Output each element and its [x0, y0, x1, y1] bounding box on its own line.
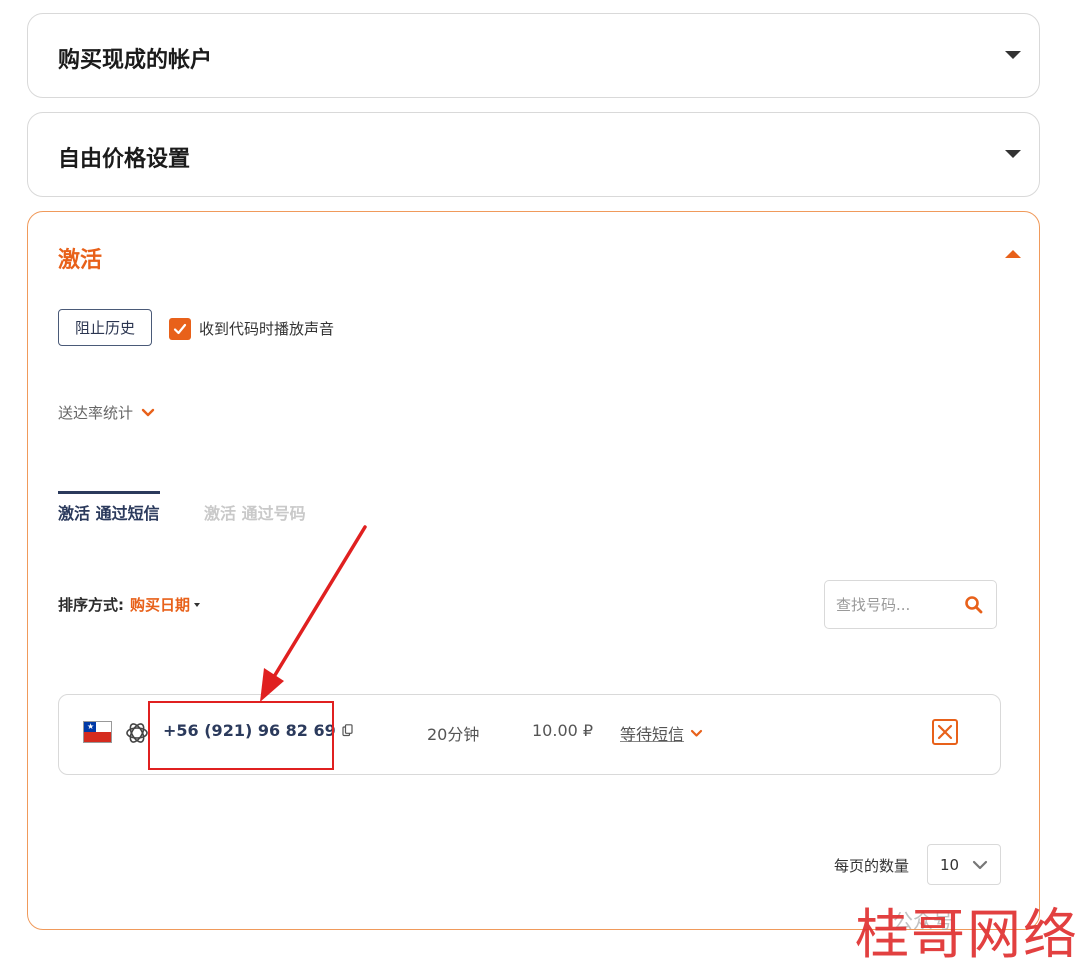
- sound-checkbox-label[interactable]: 收到代码时播放声音: [199, 318, 334, 339]
- highlight-box: [148, 701, 334, 770]
- panel-buy-accounts[interactable]: 购买现成的帐户: [27, 13, 1040, 98]
- chevron-down-icon: [690, 729, 703, 737]
- history-button[interactable]: 阻止历史: [58, 309, 152, 346]
- arrow-annotation-icon: [260, 525, 367, 702]
- sort-control[interactable]: 排序方式: 购买日期: [58, 594, 201, 615]
- tab-activation-number[interactable]: 激活 通过号码: [204, 494, 306, 524]
- panel-title: 自由价格设置: [58, 147, 191, 172]
- duration: 20分钟: [427, 725, 480, 744]
- search-icon[interactable]: [964, 595, 984, 615]
- search-box: [824, 580, 997, 629]
- openai-icon: [126, 723, 148, 743]
- chevron-down-icon: [972, 860, 988, 869]
- sort-value[interactable]: 购买日期: [130, 594, 190, 615]
- check-icon: [173, 323, 187, 335]
- panel-activation: 激活 阻止历史 收到代码时播放声音 送达率统计 激活 通过短信 激活 通过号码 …: [27, 211, 1040, 930]
- copy-icon[interactable]: [342, 724, 353, 737]
- caret-up-icon[interactable]: [1005, 250, 1021, 258]
- per-page-select[interactable]: 10: [927, 844, 1001, 885]
- close-icon: [937, 724, 953, 740]
- per-page-value: 10: [940, 855, 960, 874]
- sound-checkbox[interactable]: [169, 318, 191, 340]
- panel-title: 购买现成的帐户: [58, 48, 213, 73]
- watermark: 桂哥网络: [855, 903, 1079, 966]
- delivery-stats-label: 送达率统计: [58, 404, 134, 422]
- price: 10.00 ₽: [532, 721, 594, 740]
- chile-flag-icon: ★: [83, 721, 112, 743]
- sort-label: 排序方式:: [58, 596, 124, 614]
- tab-activation-sms[interactable]: 激活 通过短信: [58, 491, 160, 524]
- chevron-down-icon: [141, 408, 155, 416]
- cancel-button[interactable]: [932, 719, 958, 745]
- search-input[interactable]: [836, 595, 946, 614]
- caret-down-icon[interactable]: [1005, 150, 1021, 158]
- panel-title: 激活: [58, 248, 103, 273]
- caret-down-icon[interactable]: [1005, 51, 1021, 59]
- per-page-label: 每页的数量: [834, 857, 910, 875]
- caret-down-icon: [194, 602, 201, 607]
- panel-free-price[interactable]: 自由价格设置: [27, 112, 1040, 197]
- status-text: 等待短信: [620, 725, 685, 744]
- status-dropdown[interactable]: 等待短信: [620, 721, 703, 745]
- delivery-stats-toggle[interactable]: 送达率统计: [58, 402, 155, 423]
